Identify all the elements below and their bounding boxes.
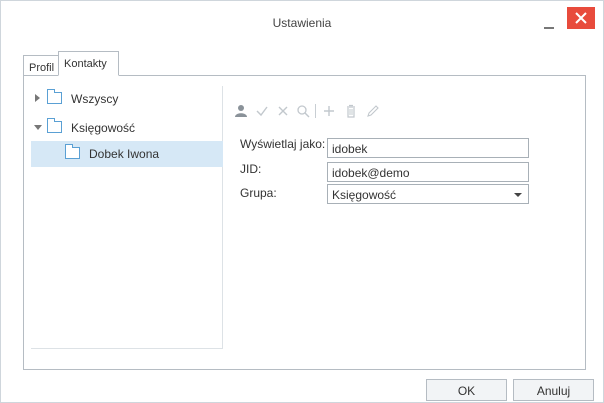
display-as-label: Wyświetlaj jako: xyxy=(240,137,326,151)
toolbar-separator xyxy=(315,104,316,118)
close-button[interactable] xyxy=(567,7,595,29)
expand-arrow-icon[interactable] xyxy=(35,94,40,102)
check-icon[interactable] xyxy=(255,102,271,120)
group-select[interactable]: Księgowość xyxy=(327,184,529,204)
settings-dialog: Ustawienia Profil Kontakty Wszyscy Księg… xyxy=(0,0,604,403)
display-as-field[interactable]: idobek xyxy=(327,138,529,158)
trash-icon[interactable] xyxy=(344,102,360,120)
folder-icon xyxy=(47,118,62,133)
tab-profil-label: Profil xyxy=(29,62,55,74)
close-icon xyxy=(575,12,587,24)
jid-field[interactable]: idobek@demo xyxy=(327,162,529,182)
tab-kontakty-label: Kontakty xyxy=(64,58,107,70)
search-icon[interactable] xyxy=(296,102,312,120)
tree-item-ksiegowosc[interactable]: Księgowość xyxy=(31,115,223,141)
chevron-down-icon xyxy=(514,193,522,197)
cancel-button[interactable]: Anuluj xyxy=(513,379,594,401)
tab-profil[interactable]: Profil xyxy=(23,55,60,76)
tree-item-wszyscy[interactable]: Wszyscy xyxy=(31,86,223,112)
collapse-arrow-icon[interactable] xyxy=(34,125,42,130)
plus-icon[interactable] xyxy=(322,102,338,120)
ok-button[interactable]: OK xyxy=(426,379,507,401)
folder-icon xyxy=(47,89,62,104)
tree-item-dobek-iwona[interactable]: Dobek Iwona xyxy=(31,141,223,167)
tree-item-label: Wszyscy xyxy=(71,92,119,106)
jid-label: JID: xyxy=(240,162,262,176)
tab-kontakty[interactable]: Kontakty xyxy=(58,51,119,76)
group-select-value: Księgowość xyxy=(332,188,397,202)
group-label: Grupa: xyxy=(240,186,277,200)
user-icon[interactable] xyxy=(234,102,250,120)
window-title: Ustawienia xyxy=(272,16,332,30)
pencil-icon[interactable] xyxy=(366,102,382,120)
contacts-panel: Wszyscy Księgowość Dobek Iwona Wyświetla… xyxy=(23,75,586,370)
contact-tree: Wszyscy Księgowość Dobek Iwona xyxy=(31,86,223,349)
title-bar: Ustawienia xyxy=(1,1,603,41)
tree-item-label: Dobek Iwona xyxy=(89,147,160,161)
x-icon[interactable] xyxy=(276,102,292,120)
folder-icon xyxy=(65,144,80,159)
minimize-button[interactable] xyxy=(541,15,557,31)
tree-item-label: Księgowość xyxy=(71,121,136,135)
